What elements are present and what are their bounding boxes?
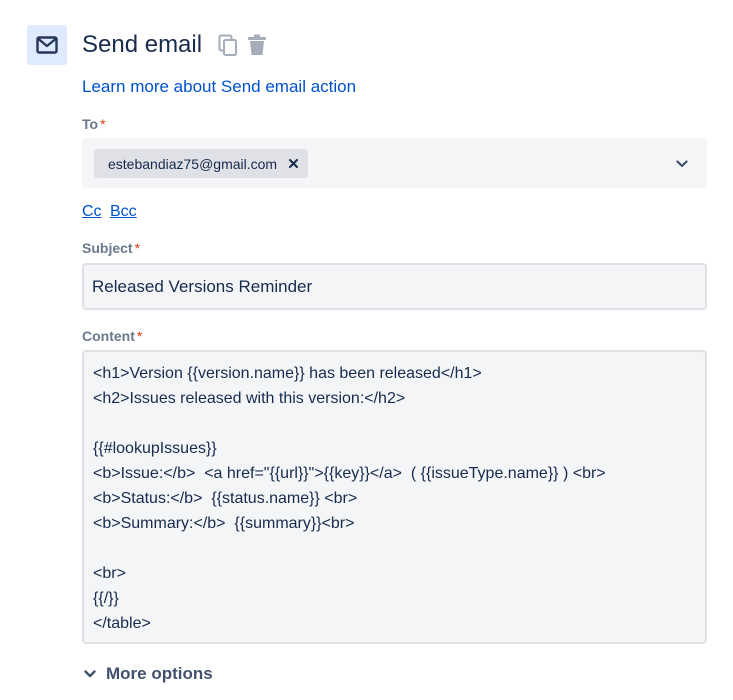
trash-icon — [248, 34, 266, 55]
send-email-action-icon — [27, 25, 67, 65]
required-marker: * — [134, 240, 141, 256]
close-icon — [289, 159, 299, 168]
action-title: Send email — [82, 31, 203, 58]
required-marker: * — [136, 328, 143, 344]
remove-recipient-button[interactable] — [289, 159, 299, 168]
chevron-down-icon — [84, 667, 98, 681]
to-label: To * — [82, 116, 106, 132]
learn-more-link[interactable]: Learn more about Send email action — [82, 77, 356, 97]
subject-label: Subject * — [82, 240, 140, 256]
subject-label-text: Subject — [82, 240, 133, 256]
subject-input[interactable] — [82, 263, 707, 310]
copy-icon — [218, 34, 237, 56]
content-label-text: Content — [82, 328, 135, 344]
copy-button[interactable] — [216, 32, 240, 58]
recipient-chip-label: estebandiaz75@gmail.com — [108, 155, 278, 172]
content-textarea[interactable]: <h1>Version {{version.name}} has been re… — [82, 350, 707, 644]
more-options-toggle[interactable]: More options — [84, 664, 213, 684]
mail-icon — [36, 36, 58, 54]
recipient-chip: estebandiaz75@gmail.com — [94, 149, 309, 178]
to-label-text: To — [82, 116, 99, 132]
bcc-link[interactable]: Bcc — [110, 203, 137, 221]
to-dropdown-toggle[interactable] — [672, 154, 692, 174]
chevron-down-icon — [676, 160, 688, 168]
cc-link[interactable]: Cc — [82, 203, 102, 221]
more-options-label: More options — [106, 664, 213, 683]
content-label: Content * — [82, 328, 142, 344]
delete-button[interactable] — [245, 32, 269, 58]
required-marker: * — [100, 116, 106, 132]
